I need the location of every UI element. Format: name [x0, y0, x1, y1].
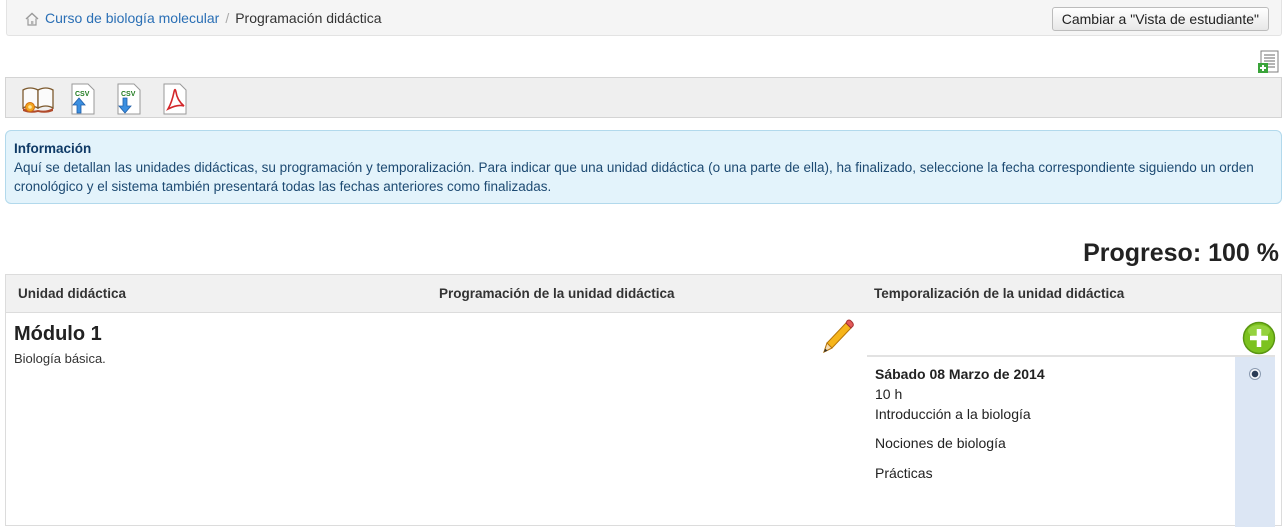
pdf-icon[interactable] — [158, 82, 192, 116]
breadcrumb-course-link[interactable]: Curso de biología molecular — [45, 10, 219, 26]
csv-export-icon[interactable]: CSV — [112, 82, 146, 116]
progress-label: Progreso: 100 % — [1083, 239, 1279, 267]
svg-text:CSV: CSV — [121, 91, 136, 98]
add-schedule-icon[interactable] — [1242, 321, 1276, 355]
module-title: Módulo 1 — [14, 323, 102, 345]
breadcrumb-separator: / — [225, 10, 230, 26]
breadcrumb: Curso de biología molecular / Programaci… — [24, 9, 382, 27]
schedule-item: Introducción a la biología — [875, 406, 1031, 422]
svg-text:CSV: CSV — [75, 91, 90, 98]
info-alert: Información Aquí se detallan las unidade… — [5, 130, 1282, 204]
schedule-entry: Sábado 08 Marzo de 2014 10 h Introducció… — [867, 355, 1275, 527]
table-header: Unidad didáctica Programación de la unid… — [6, 275, 1281, 313]
schedule-item: Prácticas — [875, 465, 933, 481]
header-schedule: Temporalización de la unidad didáctica — [874, 286, 1125, 301]
header-programming: Programación de la unidad didáctica — [439, 286, 675, 301]
schedule-item: Nociones de biología — [875, 435, 1006, 451]
thematic-table: Unidad didáctica Programación de la unid… — [5, 274, 1282, 527]
breadcrumb-current: Programación didáctica — [235, 10, 382, 26]
add-sheet-icon[interactable] — [1258, 50, 1280, 74]
toolbar: CSV CSV — [5, 77, 1282, 118]
breadcrumb-bar: Curso de biología molecular / Programaci… — [6, 0, 1282, 36]
done-radio[interactable] — [1249, 368, 1261, 380]
schedule-date: Sábado 08 Marzo de 2014 — [875, 366, 1045, 382]
home-icon[interactable] — [24, 11, 40, 27]
csv-import-icon[interactable]: CSV — [66, 82, 100, 116]
schedule-duration: 10 h — [875, 386, 903, 402]
book-icon[interactable] — [21, 82, 55, 116]
header-unit: Unidad didáctica — [18, 286, 127, 301]
info-title: Información — [14, 141, 92, 156]
info-text: Aquí se detallan las unidades didácticas… — [14, 160, 1254, 194]
switch-student-view-button[interactable]: Cambiar a "Vista de estudiante" — [1051, 7, 1269, 31]
module-description: Biología básica. — [14, 351, 106, 366]
edit-pencil-icon[interactable] — [820, 319, 854, 355]
schedule-done-column — [1235, 357, 1275, 527]
